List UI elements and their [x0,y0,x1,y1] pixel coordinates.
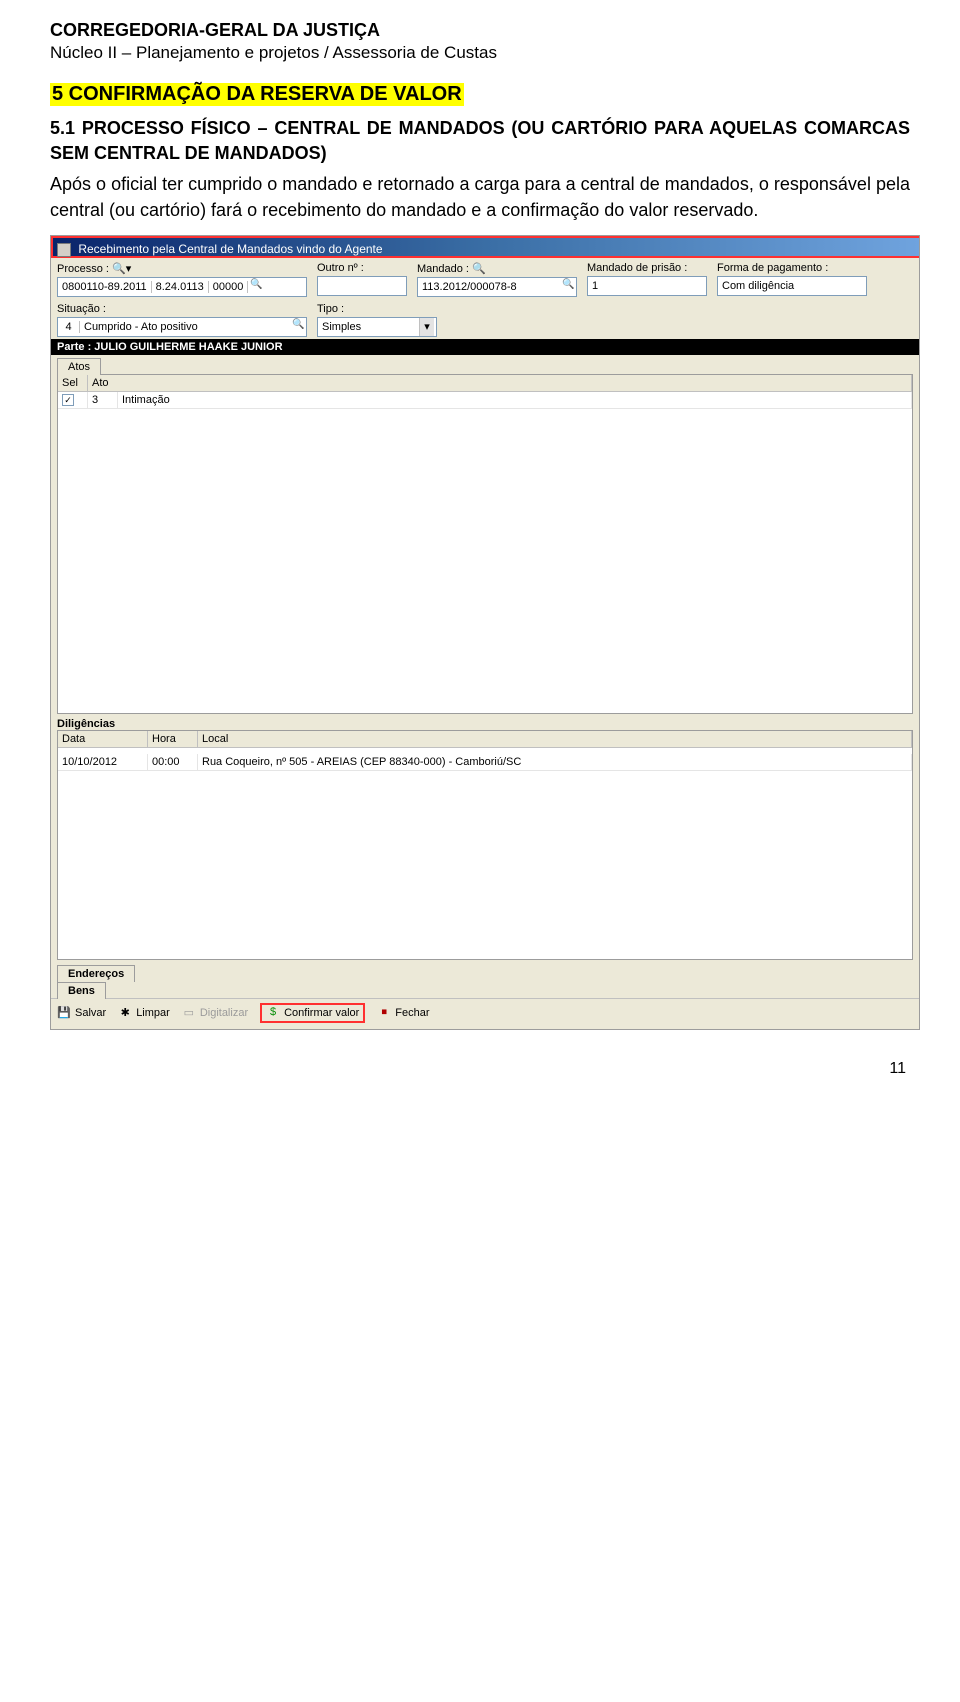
close-icon: ⏹ [377,1006,391,1020]
col-local: Local [198,731,912,747]
dropdown-tipo[interactable]: Simples [317,317,437,337]
money-icon: $ [266,1006,280,1020]
label-outro-n: Outro nº : [317,262,407,274]
save-icon: 💾 [57,1006,71,1020]
table-row[interactable]: ✓ 3 Intimação [58,392,912,409]
atos-grid: Sel Ato ✓ 3 Intimação [57,374,913,714]
diligencias-grid: Data Hora Local 10/10/2012 00:00 Rua Coq… [57,730,913,960]
broom-icon: ✱ [118,1006,132,1020]
input-processo[interactable]: 0800110-89.2011 8.24.0113 00000 🔍 [57,277,307,297]
col-sel: Sel [58,375,88,391]
tab-enderecos[interactable]: Endereços [57,965,135,982]
window-title-text: Recebimento pela Central de Mandados vin… [78,242,382,256]
col-data: Data [58,731,148,747]
window-icon [57,243,71,257]
label-mandado-prisao: Mandado de prisão : [587,262,707,274]
label-diligencias: Diligências [51,714,919,730]
fechar-button[interactable]: ⏹ Fechar [377,1006,429,1020]
app-screenshot: Recebimento pela Central de Mandados vin… [50,235,920,1030]
salvar-button[interactable]: 💾 Salvar [57,1006,106,1020]
search-icon[interactable]: 🔍 [290,319,306,335]
doc-header-title: CORREGEDORIA-GERAL DA JUSTIÇA [50,20,910,41]
digitalizar-button: ▭ Digitalizar [182,1006,248,1020]
page-number: 11 [50,1060,910,1078]
parte-bar: Parte : JULIO GUILHERME HAAKE JUNIOR [51,339,919,355]
section-subheading: 5.1 PROCESSO FÍSICO – CENTRAL DE MANDADO… [50,116,910,166]
tab-atos[interactable]: Atos [57,358,101,375]
input-mandado[interactable]: 113.2012/000078-8 🔍 [417,277,577,297]
input-situacao[interactable]: 4 Cumprido - Ato positivo 🔍 [57,317,307,337]
label-situacao: Situação : [57,303,307,315]
scanner-icon: ▭ [182,1006,196,1020]
section-heading: 5 CONFIRMAÇÃO DA RESERVA DE VALOR [50,83,464,106]
tab-bens[interactable]: Bens [57,982,106,999]
label-mandado: Mandado : 🔍 [417,262,577,275]
bottom-toolbar: 💾 Salvar ✱ Limpar ▭ Digitalizar $ Confir… [51,998,919,1029]
label-tipo: Tipo : [317,303,437,315]
input-forma-pagamento[interactable]: Com diligência [717,276,867,296]
input-outro-n[interactable] [317,276,407,296]
input-mandado-prisao[interactable]: 1 [587,276,707,296]
checkbox-icon[interactable]: ✓ [62,394,74,406]
confirmar-valor-button[interactable]: $ Confirmar valor [260,1003,365,1023]
label-processo: Processo : 🔍▾ [57,262,307,275]
section-body: Após o oficial ter cumprido o mandado e … [50,172,910,222]
window-titlebar: Recebimento pela Central de Mandados vin… [51,236,919,258]
table-row[interactable]: 10/10/2012 00:00 Rua Coqueiro, nº 505 - … [58,754,912,771]
doc-header-subtitle: Núcleo II – Planejamento e projetos / As… [50,43,910,63]
col-ato: Ato [88,375,912,391]
label-forma-pagamento: Forma de pagamento : [717,262,867,274]
col-hora: Hora [148,731,198,747]
search-icon[interactable]: 🔍 [248,279,264,295]
limpar-button[interactable]: ✱ Limpar [118,1006,170,1020]
search-icon[interactable]: 🔍 [560,279,576,295]
